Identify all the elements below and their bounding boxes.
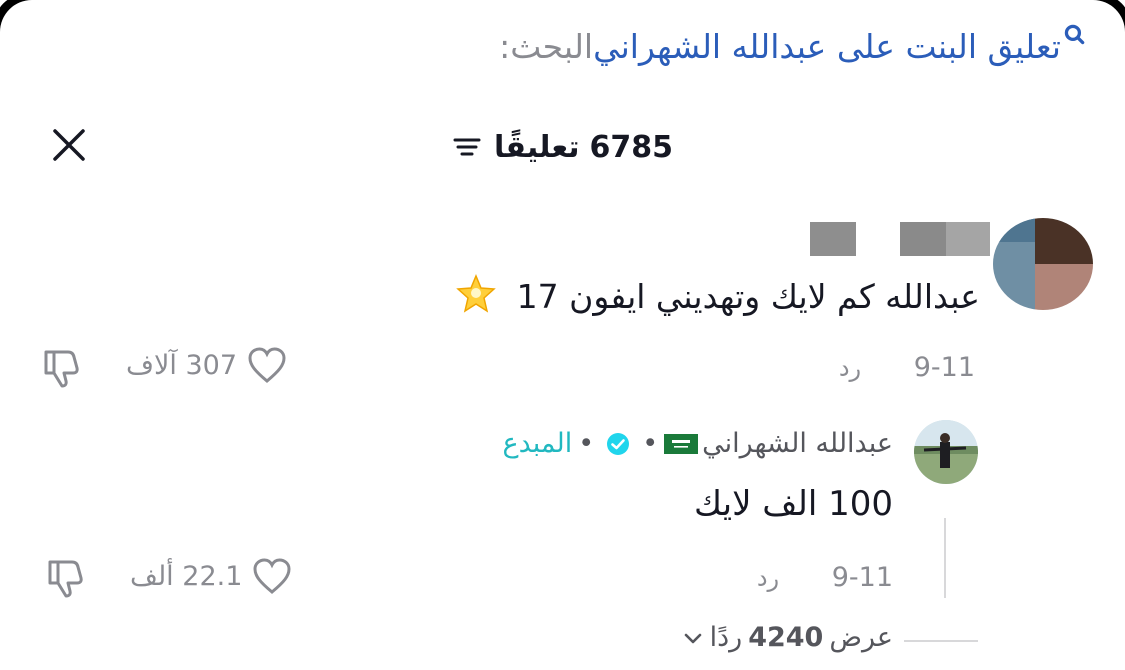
search-suggestion[interactable]: البحث: تعليق البنت على عبدالله الشهراني bbox=[487, 18, 1093, 74]
close-icon bbox=[53, 129, 85, 161]
reply-like-count: 22.1 ألف bbox=[130, 560, 243, 592]
reply-like-group[interactable]: 22.1 ألف bbox=[130, 557, 292, 595]
dislike-icon[interactable] bbox=[40, 346, 84, 390]
sheet-corner-left bbox=[0, 0, 40, 40]
reply-meta: 9-11 رد bbox=[757, 562, 893, 593]
comments-label: تعليقًا bbox=[493, 129, 580, 165]
avatar[interactable] bbox=[993, 218, 1093, 310]
view-replies-button[interactable]: عرض 4240 ردًا bbox=[682, 622, 893, 653]
separator-dot: • bbox=[642, 428, 659, 459]
reply-author[interactable]: عبدالله الشهراني bbox=[702, 428, 893, 459]
like-count: 307 آلاف bbox=[126, 349, 238, 381]
reply-date: 9-11 bbox=[831, 562, 893, 593]
creator-badge: المبدع bbox=[502, 428, 573, 459]
heart-icon[interactable] bbox=[247, 346, 287, 384]
dislike-icon[interactable] bbox=[44, 556, 88, 600]
search-label: البحث: bbox=[499, 26, 594, 66]
search-icon bbox=[1064, 24, 1085, 45]
search-query-link[interactable]: تعليق البنت على عبدالله الشهراني bbox=[593, 27, 1061, 66]
comment-count: 6785 bbox=[589, 129, 674, 165]
view-replies-suffix: ردًا bbox=[709, 622, 743, 653]
saudi-flag-icon bbox=[664, 433, 699, 454]
reply-reply-button[interactable]: رد bbox=[757, 564, 779, 592]
heart-icon[interactable] bbox=[252, 557, 292, 595]
comments-header: 6785 تعليقًا bbox=[0, 122, 1125, 172]
like-group[interactable]: 307 آلاف bbox=[126, 346, 287, 384]
comment-body: عبدالله كم لايك وتهديني ايفون 17 bbox=[516, 277, 980, 316]
view-replies-prefix: عرض bbox=[829, 622, 893, 653]
sort-icon[interactable] bbox=[452, 132, 482, 162]
reply-text: 100 الف لايك bbox=[693, 484, 893, 524]
divider-line bbox=[904, 640, 978, 642]
reply-author-row: عبدالله الشهراني • • المبدع bbox=[503, 428, 894, 459]
star-icon bbox=[456, 274, 496, 313]
thread-line bbox=[944, 518, 946, 598]
creator-avatar[interactable] bbox=[914, 420, 978, 484]
verified-icon bbox=[607, 432, 630, 455]
comment-date: 9-11 bbox=[913, 352, 975, 383]
reply-button[interactable]: رد bbox=[839, 354, 861, 382]
chevron-down-icon bbox=[684, 633, 701, 643]
close-button[interactable] bbox=[46, 122, 92, 168]
comment-text: عبدالله كم لايك وتهديني ايفون 17 bbox=[456, 274, 980, 316]
comment-meta: 9-11 رد bbox=[839, 352, 975, 383]
separator-dot-2: • bbox=[578, 428, 595, 459]
view-replies-count: 4240 bbox=[748, 622, 824, 653]
